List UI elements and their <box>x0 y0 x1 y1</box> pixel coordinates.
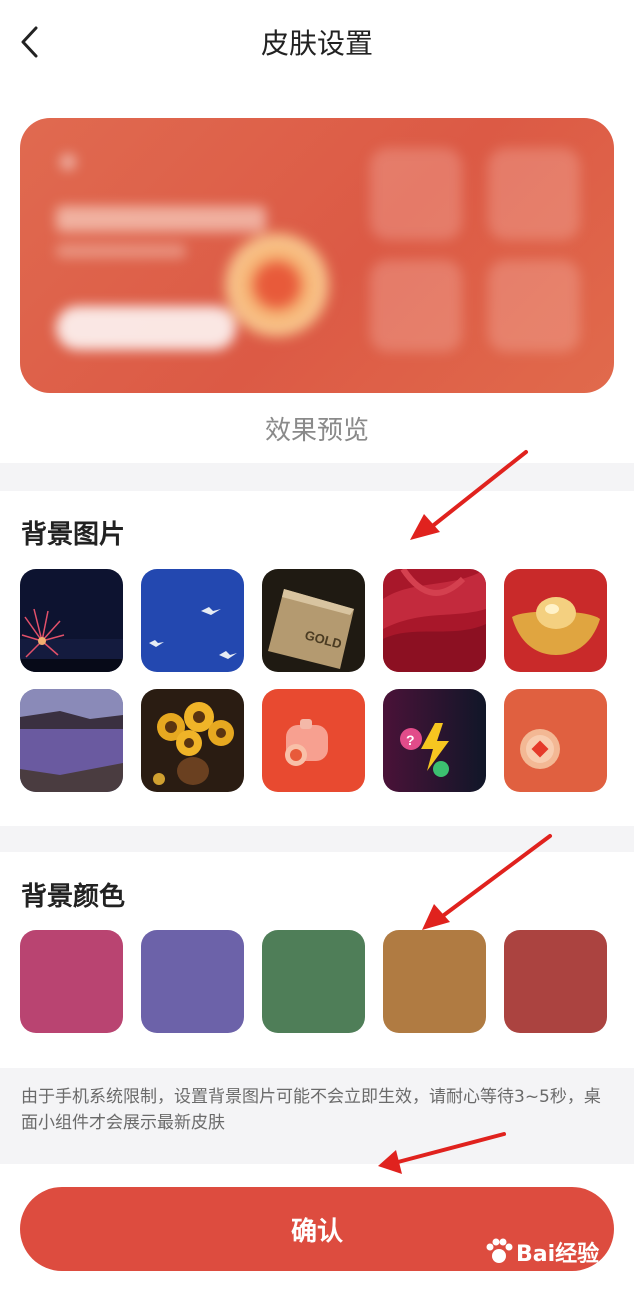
section-divider <box>0 463 634 491</box>
color-swatch-magenta[interactable] <box>20 930 123 1033</box>
color-swatch-purple[interactable] <box>141 930 244 1033</box>
color-swatch-green[interactable] <box>262 930 365 1033</box>
bg-image-fireworks[interactable] <box>20 569 123 672</box>
bg-image-lightning-quiz[interactable]: ? <box>383 689 486 792</box>
watermark-text: Bai经验 <box>516 1242 600 1267</box>
color-swatch-brown[interactable] <box>383 930 486 1033</box>
bg-image-sunflowers[interactable] <box>141 689 244 792</box>
background-images-title: 背景图片 <box>21 520 126 550</box>
skin-preview-card <box>20 118 614 393</box>
svg-text:?: ? <box>406 732 415 748</box>
preview-caption: 效果预览 <box>264 416 369 446</box>
bg-image-birds-sky[interactable] <box>141 569 244 672</box>
bg-image-red-coin-gift[interactable] <box>262 689 365 792</box>
bg-image-red-rose[interactable] <box>383 569 486 672</box>
bg-image-lake-dusk[interactable] <box>20 689 123 792</box>
header-bar: 皮肤设置 <box>0 0 634 86</box>
section-divider <box>0 826 634 852</box>
color-swatch-red[interactable] <box>504 930 607 1033</box>
paw-icon <box>486 1238 513 1263</box>
page-title: 皮肤设置 <box>260 27 373 60</box>
background-colors-title: 背景颜色 <box>21 882 126 912</box>
notice-text: 由于手机系统限制，设置背景图片可能不会立即生效，请耐心等待3~5秒，桌面小组件才… <box>21 1087 601 1133</box>
bg-image-gold-bar[interactable]: GOLD <box>262 569 365 672</box>
notice-box: 由于手机系统限制，设置背景图片可能不会立即生效，请耐心等待3~5秒，桌面小组件才… <box>0 1068 634 1164</box>
bg-image-gold-ingot[interactable] <box>504 569 607 672</box>
watermark-logo: Bai经验 jingyan.baidu.com <box>484 1232 624 1292</box>
watermark-url: jingyan.baidu.com <box>488 1270 599 1284</box>
bg-image-red-coin-bubble[interactable] <box>504 689 607 792</box>
